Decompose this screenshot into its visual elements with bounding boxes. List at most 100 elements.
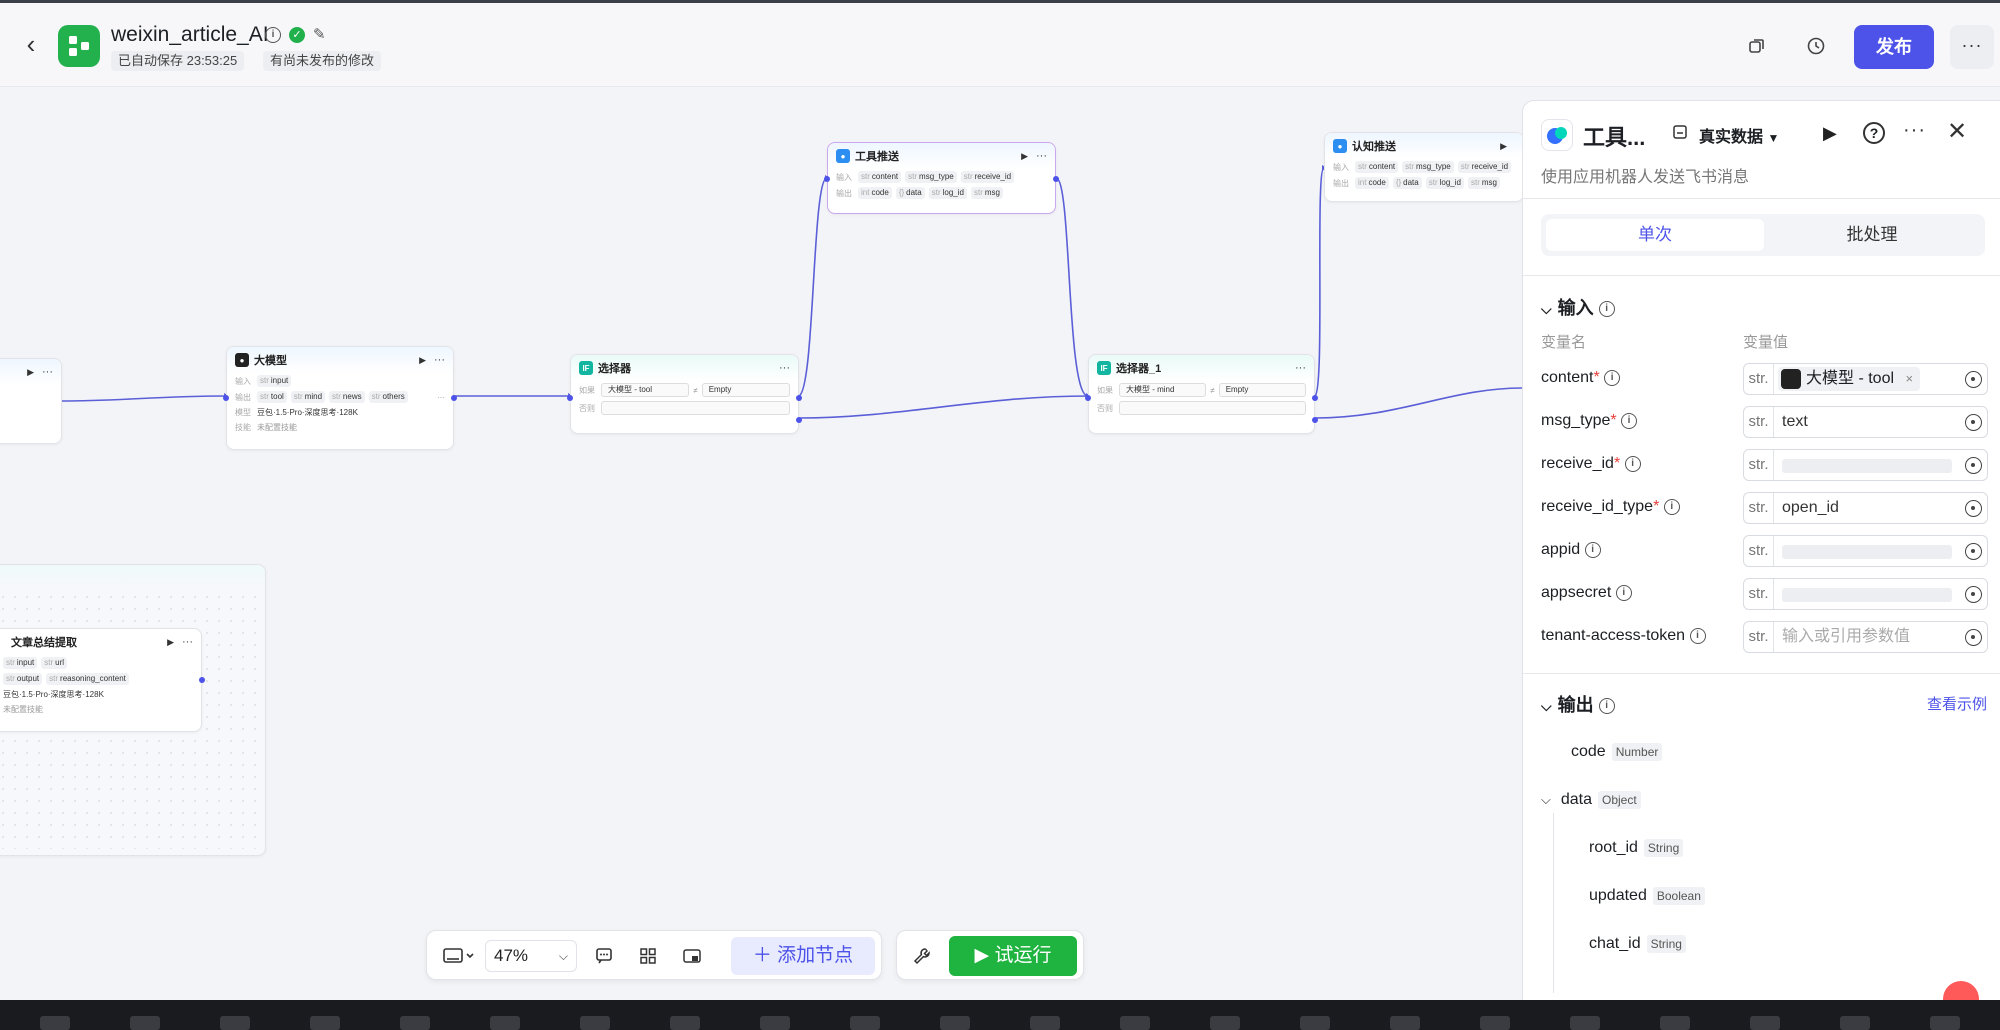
copy-button[interactable] [1744,33,1770,59]
reference-icon[interactable] [1965,414,1982,431]
node-more-icon[interactable]: ··· [1295,362,1306,374]
dock-app-icon[interactable] [580,1016,610,1030]
condition-right[interactable]: Empty [1218,383,1307,397]
dock-app-icon[interactable] [1120,1016,1150,1030]
close-icon[interactable]: ✕ [1947,117,1967,146]
article-summary-node[interactable]: 文章总结提取 ▶ ··· str input str url str output st… [0,628,205,732]
condition-right[interactable]: Empty [701,383,791,397]
zoom-select[interactable]: 47% ⌵ [485,940,577,972]
history-button[interactable] [1803,33,1829,59]
cognition-push-node[interactable]: ● 认知推送 ▶ 输入 str content str msg_type str re… [1324,132,1524,202]
assistant-avatar[interactable] [1943,981,1979,1000]
dock-app-icon[interactable] [220,1016,250,1030]
output-port[interactable] [451,395,457,401]
dock-app-icon[interactable] [1750,1016,1780,1030]
output-port-else[interactable] [796,417,802,423]
dock-app-icon[interactable] [40,1016,70,1030]
dock-app-icon[interactable] [1390,1016,1420,1030]
input-port[interactable] [1085,395,1091,401]
dock-app-icon[interactable] [490,1016,520,1030]
view-example-link[interactable]: 查看示例 [1927,693,1987,714]
run-node-icon[interactable]: ▶ [167,637,174,648]
reference-icon[interactable] [1965,457,1982,474]
edit-icon[interactable]: ✎ [313,27,329,43]
llm-node[interactable]: ● 大模型 ▶ ··· 输入 str input 输出 str tool str mind… [223,346,457,450]
appsecret-input[interactable]: str. [1743,578,1988,610]
output-item[interactable]: ⌵ data Object [1541,791,1641,809]
input-port[interactable] [567,395,573,401]
dock-app-icon[interactable] [1930,1016,1960,1030]
condition-left[interactable]: 大模型 - tool [601,383,690,397]
tab-single[interactable]: 单次 [1546,219,1764,251]
condition-left[interactable]: 大模型 - mind [1119,383,1207,397]
run-node-icon[interactable]: ▶ [27,367,34,378]
comment-button[interactable] [591,943,617,969]
output-port-else[interactable] [1312,417,1318,423]
msg-type-input[interactable]: str. text [1743,406,1988,438]
tab-batch[interactable]: 批处理 [1763,219,1981,251]
selector-node[interactable]: IF 选择器 ··· 如果 大模型 - tool ≠ Empty 否则 [567,354,802,434]
dock-app-icon[interactable] [310,1016,340,1030]
dock-app-icon[interactable] [130,1016,160,1030]
dock-app-icon[interactable] [1300,1016,1330,1030]
test-run-button[interactable]: ▶ 试运行 [949,936,1077,976]
reference-icon[interactable] [1965,500,1982,517]
dock-app-icon[interactable] [940,1016,970,1030]
run-node-icon[interactable]: ▶ [1021,151,1028,162]
info-icon[interactable]: i [265,27,281,43]
selector-1-node[interactable]: IF 选择器_1 ··· 如果 大模型 - mind ≠ Empty 否则 [1085,354,1318,434]
start-node[interactable]: ▶ ··· [0,358,62,444]
dock-app-icon[interactable] [1840,1016,1870,1030]
output-port-if[interactable] [1312,395,1318,401]
tenant-token-input[interactable]: str. 输入或引用参数值 [1743,621,1988,653]
dock-app-icon[interactable] [1660,1016,1690,1030]
content-input[interactable]: str. 大模型 - tool × [1743,363,1988,395]
appid-input[interactable]: str. [1743,535,1988,567]
organize-button[interactable] [635,943,661,969]
node-more-icon[interactable]: ··· [434,354,445,366]
node-more-icon[interactable]: ··· [42,366,53,378]
minimap-button[interactable] [679,943,705,969]
dock-app-icon[interactable] [760,1016,790,1030]
receive-id-input[interactable]: str. [1743,449,1988,481]
output-section-header[interactable]: ⌵ 输出 i [1541,691,1615,717]
reference-icon[interactable] [1965,543,1982,560]
back-button[interactable]: ‹ [18,31,44,59]
data-mode-select[interactable]: 真实数据 ▼ [1699,123,1779,147]
output-port-if[interactable] [796,395,802,401]
receive-id-type-input[interactable]: str. open_id [1743,492,1988,524]
variable-ref-chip[interactable]: 大模型 - tool × [1778,367,1921,391]
dock-app-icon[interactable] [1480,1016,1510,1030]
dock-app-icon[interactable] [400,1016,430,1030]
node-more-icon[interactable]: ··· [1036,150,1047,162]
save-template-icon[interactable] [1671,123,1691,143]
output-port[interactable] [1053,176,1059,182]
input-port[interactable] [223,395,229,401]
run-node-icon[interactable]: ▶ [419,355,426,366]
run-icon[interactable]: ▶ [1823,123,1837,144]
output-port[interactable] [199,677,205,683]
dock-app-icon[interactable] [670,1016,700,1030]
more-icon[interactable]: ··· [1903,119,1926,142]
node-more-icon[interactable]: ··· [182,636,193,648]
debug-tools-button[interactable] [909,943,935,969]
layout-mode-button[interactable] [439,943,479,969]
add-node-button[interactable]: ＋ 添加节点 [731,937,875,975]
publish-button[interactable]: 发布 [1854,25,1934,69]
reference-icon[interactable] [1965,371,1982,388]
tool-push-node[interactable]: ● 工具推送 ▶ ··· 输入 str content str msg_type st… [824,142,1059,214]
dock-app-icon[interactable] [1210,1016,1240,1030]
input-section-header[interactable]: ⌵ 输入 i [1541,294,1615,320]
reference-icon[interactable] [1965,629,1982,646]
input-port[interactable] [824,176,830,182]
help-icon[interactable]: ? [1863,122,1885,144]
dock-app-icon[interactable] [1030,1016,1060,1030]
clear-icon[interactable]: × [1905,367,1913,391]
more-tags-icon[interactable]: ··· [437,393,445,402]
run-node-icon[interactable]: ▶ [1500,141,1507,152]
more-menu-button[interactable]: ··· [1950,25,1994,69]
dock-app-icon[interactable] [850,1016,880,1030]
node-more-icon[interactable]: ··· [779,362,790,374]
dock-app-icon[interactable] [1570,1016,1600,1030]
reference-icon[interactable] [1965,586,1982,603]
